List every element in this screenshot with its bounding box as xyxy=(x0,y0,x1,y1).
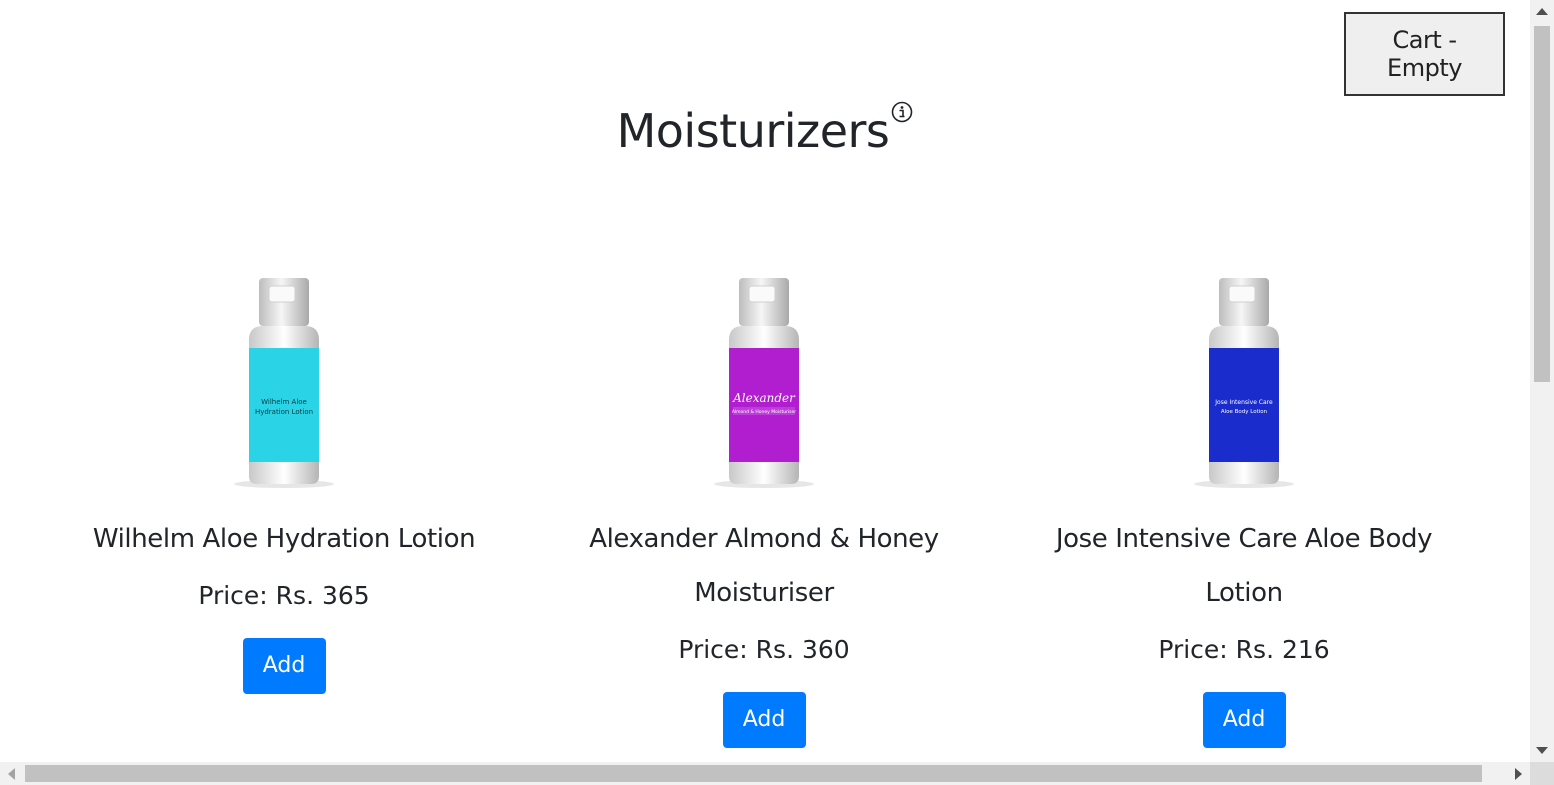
product-card: Alexander Almond & Honey Moisturiser Ale… xyxy=(554,270,974,748)
svg-text:Hydration Lotion: Hydration Lotion xyxy=(255,408,313,416)
svg-text:Alexander: Alexander xyxy=(732,391,796,405)
product-image: Alexander Almond & Honey Moisturiser xyxy=(714,278,814,488)
product-name: Wilhelm Aloe Hydration Lotion xyxy=(92,524,476,554)
svg-text:Wilhelm Aloe: Wilhelm Aloe xyxy=(261,398,307,406)
info-icon[interactable] xyxy=(891,80,913,123)
scroll-up-icon[interactable] xyxy=(1536,8,1548,15)
add-to-cart-button[interactable]: Add xyxy=(242,638,326,694)
vertical-scroll-thumb[interactable] xyxy=(1534,26,1550,382)
product-image: Jose Intensive Care Aloe Body Lotion xyxy=(1194,278,1294,488)
add-to-cart-button[interactable]: Add xyxy=(1202,692,1286,748)
page-title-text: Moisturizers xyxy=(616,104,890,158)
scrollbar-corner xyxy=(1530,762,1554,785)
product-card: Jose Intensive Care Aloe Body Lotion Jos… xyxy=(1034,270,1454,748)
product-image: Wilhelm Aloe Hydration Lotion xyxy=(234,278,334,488)
scroll-right-icon[interactable] xyxy=(1515,768,1522,780)
page-title: Moisturizers xyxy=(0,101,1530,158)
horizontal-scrollbar[interactable] xyxy=(0,762,1530,785)
scroll-down-icon[interactable] xyxy=(1536,747,1548,754)
product-price: Price: Rs. 360 xyxy=(678,635,850,664)
vertical-scrollbar[interactable] xyxy=(1530,0,1554,762)
add-to-cart-button[interactable]: Add xyxy=(722,692,806,748)
product-label-band xyxy=(729,348,799,462)
product-card: Wilhelm Aloe Hydration Lotion Wilhelm Al… xyxy=(74,270,494,694)
horizontal-scroll-thumb[interactable] xyxy=(25,765,1482,782)
svg-text:Aloe Body Lotion: Aloe Body Lotion xyxy=(1221,409,1268,415)
cart-button[interactable]: Cart - Empty xyxy=(1344,12,1505,96)
page-viewport: Cart - Empty Moisturizers Wilhelm Aloe H… xyxy=(0,0,1530,762)
product-name: Jose Intensive Care Aloe Body Lotion xyxy=(1055,524,1433,608)
product-price: Price: Rs. 216 xyxy=(1158,635,1330,664)
product-price: Price: Rs. 365 xyxy=(198,581,370,610)
svg-text:Jose Intensive Care: Jose Intensive Care xyxy=(1214,399,1273,406)
svg-text:Almond & Honey Moisturiser: Almond & Honey Moisturiser xyxy=(732,409,796,415)
product-name: Alexander Almond & Honey Moisturiser xyxy=(589,524,939,608)
scroll-left-icon[interactable] xyxy=(8,768,15,780)
